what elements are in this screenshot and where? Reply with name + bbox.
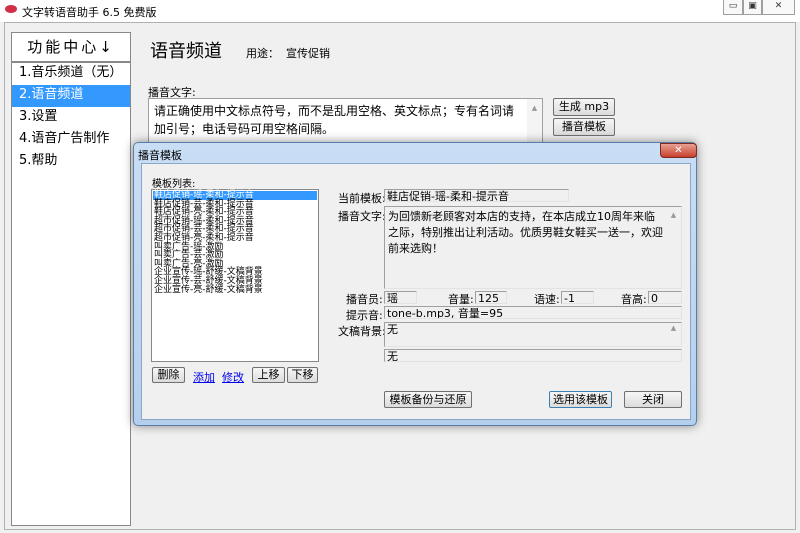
tone-field: tone-b.mp3, 音量=95 bbox=[384, 306, 682, 319]
sidebar-item-settings[interactable]: 3.设置 bbox=[12, 107, 130, 129]
background-label: 文稿背景: bbox=[338, 325, 386, 338]
dialog-title: 播音模板 bbox=[138, 149, 182, 162]
pitch-label: 音高: bbox=[621, 293, 647, 306]
template-list-label: 模板列表: bbox=[152, 179, 196, 190]
arrow-down-icon: ↓ bbox=[99, 38, 115, 56]
close-button[interactable]: ✕ bbox=[762, 0, 795, 15]
sidebar-header-label: 功能中心 bbox=[27, 38, 100, 56]
text-label: 播音文字: bbox=[338, 210, 386, 223]
volume-label: 音量: bbox=[448, 293, 474, 306]
sidebar-item-help[interactable]: 5.帮助 bbox=[12, 151, 130, 173]
minimize-button[interactable]: ▭ bbox=[723, 0, 743, 15]
backup-restore-button[interactable]: 模板备份与还原 bbox=[384, 391, 472, 408]
template-dialog: 播音模板 ✕ 模板列表: 鞋店促销-瑶-柔和-提示音 鞋店促销-芸-柔和-提示音鞋… bbox=[133, 142, 697, 426]
current-template-label: 当前模板: bbox=[338, 192, 386, 205]
background-value: 无 bbox=[387, 323, 398, 336]
sidebar-item-voice[interactable]: 2.语音频道 bbox=[12, 85, 130, 107]
purpose-value: 宣传促销 bbox=[286, 47, 330, 60]
background-field-2: 无 bbox=[384, 349, 682, 362]
sidebar-header: 功能中心↓ bbox=[11, 32, 131, 62]
sidebar-list: 1.音乐频道（无） 2.语音频道 3.设置 4.语音广告制作 5.帮助 bbox=[11, 62, 131, 526]
pitch-field: 0 bbox=[648, 291, 682, 304]
background-field: 无 ▲ bbox=[384, 322, 682, 347]
add-link[interactable]: 添加 bbox=[193, 369, 215, 385]
template-text-value: 为回馈新老顾客对本店的支持，在本店成立10周年来临之际，特别推出让利活动。优质男… bbox=[388, 210, 663, 255]
tone-label: 提示音: bbox=[346, 309, 383, 322]
sidebar-item-music[interactable]: 1.音乐频道（无） bbox=[12, 63, 130, 85]
use-template-button[interactable]: 选用该模板 bbox=[549, 391, 612, 408]
sidebar-item-ad[interactable]: 4.语音广告制作 bbox=[12, 129, 130, 151]
move-down-button[interactable]: 下移 bbox=[287, 367, 318, 383]
broadcast-text-input[interactable]: 请正确使用中文标点符号，而不是乱用空格、英文标点；专有名词请加引号；电话号码可用… bbox=[148, 98, 543, 148]
scrollbar[interactable]: ▲ bbox=[666, 207, 681, 288]
broadcast-text-value: 请正确使用中文标点符号，而不是乱用空格、英文标点；专有名词请加引号；电话号码可用… bbox=[154, 104, 515, 136]
app-lips-icon bbox=[5, 5, 17, 13]
template-button[interactable]: 播音模板 bbox=[553, 118, 615, 136]
template-text-field: 为回馈新老顾客对本店的支持，在本店成立10周年来临之际，特别推出让利活动。优质男… bbox=[384, 206, 682, 289]
template-listbox[interactable]: 鞋店促销-瑶-柔和-提示音 鞋店促销-芸-柔和-提示音 鞋店促销-亮-柔和-提示音超… bbox=[151, 189, 319, 362]
volume-field: 125 bbox=[475, 291, 507, 304]
speed-field: -1 bbox=[561, 291, 594, 304]
delete-button[interactable]: 删除 bbox=[152, 367, 185, 383]
dialog-close-button[interactable]: ✕ bbox=[660, 143, 697, 158]
scrollbar[interactable]: ▲ bbox=[527, 99, 542, 147]
template-list-item[interactable]: 企业宣传-亮-舒缓-文稿背景 bbox=[153, 285, 317, 295]
maximize-button[interactable]: ▣ bbox=[743, 0, 762, 15]
speaker-label: 播音员: bbox=[346, 293, 383, 306]
dialog-body: 模板列表: 鞋店促销-瑶-柔和-提示音 鞋店促销-芸-柔和-提示音 鞋店促销-亮-柔… bbox=[141, 163, 691, 420]
purpose-label: 用途： bbox=[246, 47, 279, 60]
dialog-close-text-button[interactable]: 关闭 bbox=[624, 391, 682, 408]
scrollbar[interactable]: ▲ bbox=[666, 323, 681, 346]
page-title: 语音频道 bbox=[150, 41, 222, 62]
title-bar: 文字转语音助手 6.5 免费版 bbox=[0, 0, 800, 22]
window-title: 文字转语音助手 6.5 免费版 bbox=[22, 6, 157, 19]
speed-label: 语速: bbox=[534, 293, 560, 306]
generate-mp3-button[interactable]: 生成 mp3 bbox=[553, 98, 615, 116]
edit-link[interactable]: 修改 bbox=[222, 369, 244, 385]
speaker-field: 瑶 bbox=[384, 291, 417, 304]
move-up-button[interactable]: 上移 bbox=[252, 367, 285, 383]
current-template-field: 鞋店促销-瑶-柔和-提示音 bbox=[384, 189, 569, 202]
